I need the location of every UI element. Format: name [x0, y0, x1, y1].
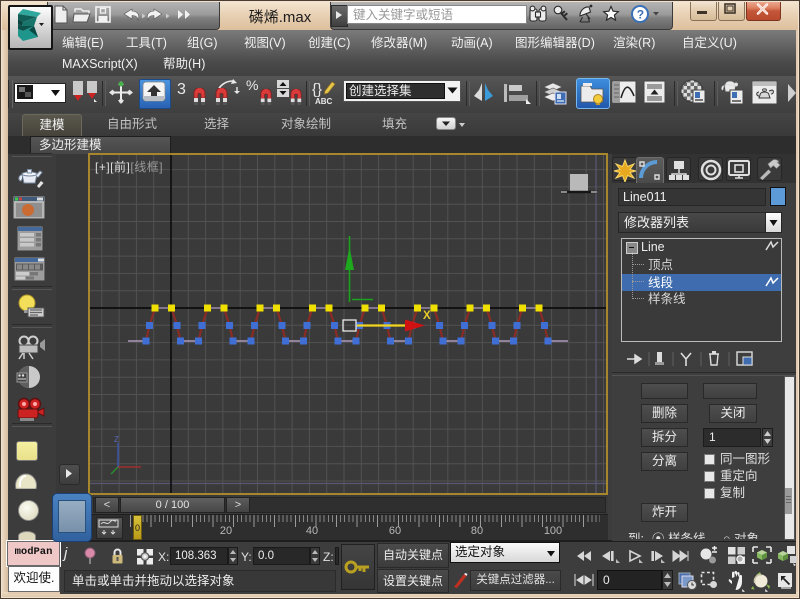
- svg-text:Z: Z: [114, 435, 119, 444]
- svg-text:[+][前][线框]: [+][前][线框]: [95, 159, 163, 174]
- svg-text:X: X: [423, 310, 431, 322]
- svg-text:{}: {}: [312, 81, 322, 98]
- svg-text:?: ?: [637, 8, 644, 22]
- svg-text:ABC: ABC: [315, 97, 333, 106]
